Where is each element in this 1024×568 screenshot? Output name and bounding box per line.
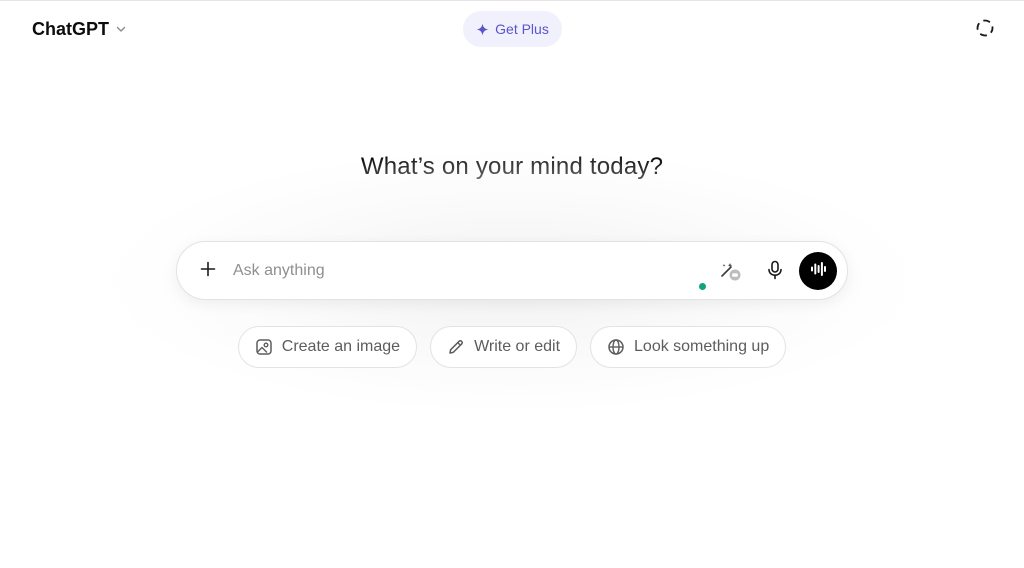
plus-icon [199,260,217,283]
voice-waveform-icon [809,261,827,282]
model-title: ChatGPT [32,18,110,39]
chevron-down-icon [115,23,127,35]
suggestion-chips: Create an image Write or edit Look somet… [0,326,1024,368]
pencil-icon [447,338,465,356]
tools-button[interactable] [715,257,745,287]
temporary-chat-button[interactable] [971,16,999,44]
suggestion-look-up[interactable]: Look something up [590,326,787,368]
suggestion-write-edit[interactable]: Write or edit [430,326,578,368]
image-icon [255,338,273,356]
page-headline: What’s on your mind today? [360,153,664,180]
get-plus-label: Get Plus [495,21,549,37]
voice-mode-button[interactable] [799,252,837,290]
suggestion-label: Create an image [281,338,401,355]
model-picker-button[interactable]: ChatGPT [24,11,135,47]
suggestion-create-image[interactable]: Create an image [237,326,418,368]
prompt-input[interactable] [233,260,693,282]
magic-wand-icon [718,258,742,287]
attach-button[interactable] [193,256,223,286]
dictate-button[interactable] [760,257,790,287]
suggestion-label: Write or edit [474,338,561,355]
dashed-circle-icon [975,18,995,43]
composer [176,241,848,300]
globe-icon [607,338,625,356]
microphone-icon [766,260,784,285]
suggestion-label: Look something up [634,338,770,355]
status-dot [699,283,706,290]
chat-page: ChatGPT Get Plus What’s on your mind tod… [0,0,1024,568]
sparkle-icon [476,22,489,36]
get-plus-button[interactable]: Get Plus [463,11,562,47]
